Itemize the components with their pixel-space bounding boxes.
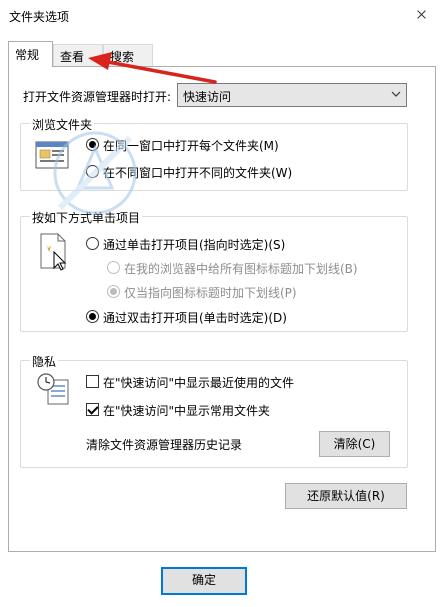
checkbox-recent-files[interactable]: [86, 375, 99, 388]
restore-defaults-button[interactable]: 还原默认值(R): [285, 483, 407, 509]
open-explorer-selected: 快速访问: [183, 90, 232, 104]
radio-underline-all[interactable]: [107, 261, 120, 274]
chevron-down-icon: [391, 91, 401, 97]
checkbox-recent-files-label[interactable]: 在"快速访问"中显示最近使用的文件: [103, 374, 294, 391]
radio-same-window-label[interactable]: 在同一窗口中打开每个文件夹(M): [103, 137, 279, 154]
ok-button[interactable]: 确定: [161, 567, 247, 595]
privacy-title: 隐私: [30, 353, 59, 370]
radio-underline-hover[interactable]: [107, 285, 120, 298]
radio-same-window[interactable]: [86, 138, 99, 151]
radio-double-click-label[interactable]: 通过双击打开项目(单击时选定)(D): [103, 309, 287, 326]
document-cursor-icon: [40, 233, 67, 271]
open-explorer-label: 打开文件资源管理器时打开:: [23, 90, 172, 104]
clear-button[interactable]: 清除(C): [319, 431, 390, 457]
clear-history-label: 清除文件资源管理器历史记录: [86, 438, 243, 452]
radio-new-window[interactable]: [86, 165, 99, 178]
radio-underline-hover-label[interactable]: 仅当指向图标标题时加下划线(P): [124, 284, 297, 301]
open-explorer-select[interactable]: 快速访问: [177, 83, 407, 107]
radio-single-click-label[interactable]: 通过单击打开项目(指向时选定)(S): [103, 236, 285, 253]
radio-single-click[interactable]: [86, 237, 99, 250]
radio-underline-all-label[interactable]: 在我的浏览器中给所有图标标题加下划线(B): [124, 260, 358, 277]
radio-new-window-label[interactable]: 在不同窗口中打开不同的文件夹(W): [103, 164, 292, 181]
click-items-title: 按如下方式单击项目: [30, 209, 143, 226]
checkbox-frequent-folders[interactable]: [86, 403, 99, 416]
browse-folders-title: 浏览文件夹: [30, 116, 95, 133]
checkbox-frequent-folders-label[interactable]: 在"快速访问"中显示常用文件夹: [103, 402, 270, 419]
folder-windows-icon: [35, 141, 69, 169]
radio-double-click[interactable]: [86, 310, 99, 323]
clock-document-icon: [37, 373, 69, 405]
